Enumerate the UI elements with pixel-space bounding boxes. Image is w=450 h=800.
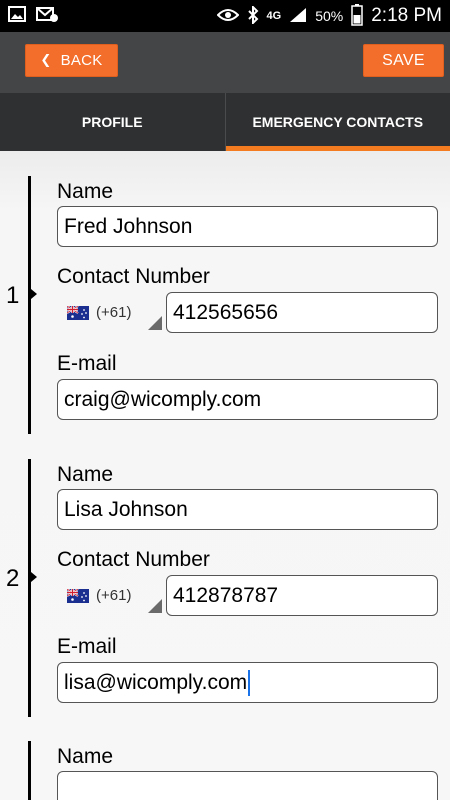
phone-value: 412565656 <box>173 300 279 324</box>
chevron-left-icon: ❮ <box>40 53 52 68</box>
country-code-value: (+61) <box>96 304 132 321</box>
email-value: lisa@wicomply.com <box>64 670 248 694</box>
network-label: 4G <box>266 10 282 22</box>
contact-pointer-icon <box>31 289 37 299</box>
phone-field[interactable]: 412565656 <box>166 292 438 333</box>
tab-profile-label: PROFILE <box>81 114 143 130</box>
name-value: Lisa Johnson <box>64 497 188 521</box>
phone-value: 412878787 <box>173 583 279 607</box>
contact-card-1: 1 Name Fred Johnson Contact Number (+61)… <box>0 176 450 436</box>
email-field[interactable]: craig@wicomply.com <box>57 379 438 420</box>
tab-emergency-contacts-label: EMERGENCY CONTACTS <box>252 114 424 130</box>
back-button-label: BACK <box>60 52 103 69</box>
contact-number-label: Contact Number <box>57 548 210 571</box>
australia-flag-icon <box>66 587 89 603</box>
status-bar: 4G 50% 2:18 PM <box>0 0 450 32</box>
name-label: Name <box>57 745 114 768</box>
contact-divider <box>28 741 31 800</box>
australia-flag-icon <box>66 304 89 320</box>
eye-icon <box>216 8 239 25</box>
contact-divider <box>28 176 31 434</box>
bluetooth-icon <box>247 4 259 27</box>
email-label: E-mail <box>57 635 117 658</box>
clock: 2:18 PM <box>371 5 442 26</box>
text-cursor <box>248 669 251 696</box>
email-icon <box>36 6 58 27</box>
contact-card-3: Name <box>0 741 450 800</box>
name-field[interactable] <box>57 771 438 800</box>
contact-card-2: 2 Name Lisa Johnson Contact Number (+61)… <box>0 459 450 719</box>
contact-number-label: Contact Number <box>57 265 210 288</box>
contact-pointer-icon <box>31 572 37 582</box>
tab-emergency-contacts[interactable]: EMERGENCY CONTACTS <box>224 93 450 151</box>
save-button-label: SAVE <box>382 51 425 69</box>
name-label: Name <box>57 180 114 203</box>
phone-field[interactable]: 412878787 <box>166 575 438 616</box>
tab-profile[interactable]: PROFILE <box>0 93 225 151</box>
battery-percent: 50% <box>315 8 344 24</box>
contact-index: 1 <box>6 282 20 309</box>
battery-icon <box>351 3 363 29</box>
email-field[interactable]: lisa@wicomply.com <box>57 662 438 703</box>
tab-bar: PROFILE EMERGENCY CONTACTS <box>0 93 450 151</box>
action-bar: ❮ BACK SAVE <box>0 32 450 93</box>
name-field[interactable]: Fred Johnson <box>57 206 438 247</box>
name-value: Fred Johnson <box>64 214 193 238</box>
email-label: E-mail <box>57 352 117 375</box>
dropdown-corner-icon <box>148 316 162 330</box>
save-button[interactable]: SAVE <box>363 44 444 77</box>
country-code-select[interactable]: (+61) <box>60 575 162 616</box>
email-value: craig@wicomply.com <box>64 387 262 411</box>
country-code-select[interactable]: (+61) <box>60 292 162 333</box>
contact-divider <box>28 459 31 717</box>
country-code-value: (+61) <box>96 587 132 604</box>
contacts-list[interactable]: 1 Name Fred Johnson Contact Number (+61)… <box>0 151 450 800</box>
image-icon <box>8 5 26 27</box>
dropdown-corner-icon <box>148 599 162 613</box>
back-button[interactable]: ❮ BACK <box>25 44 118 77</box>
name-label: Name <box>57 463 114 486</box>
signal-icon <box>289 7 307 26</box>
name-field[interactable]: Lisa Johnson <box>57 489 438 530</box>
contact-index: 2 <box>6 565 20 592</box>
